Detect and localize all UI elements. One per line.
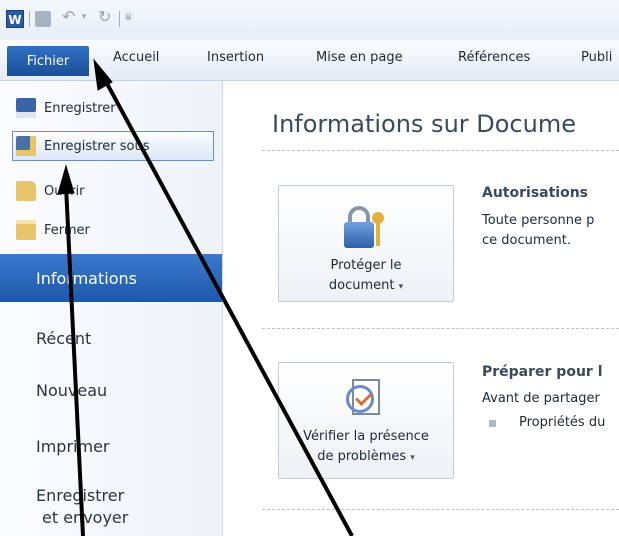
arrowhead-save-as — [57, 164, 75, 195]
arrow-to-file-tab — [102, 77, 354, 536]
annotation-arrows — [57, 58, 354, 536]
arrow-to-save-as — [64, 185, 85, 536]
